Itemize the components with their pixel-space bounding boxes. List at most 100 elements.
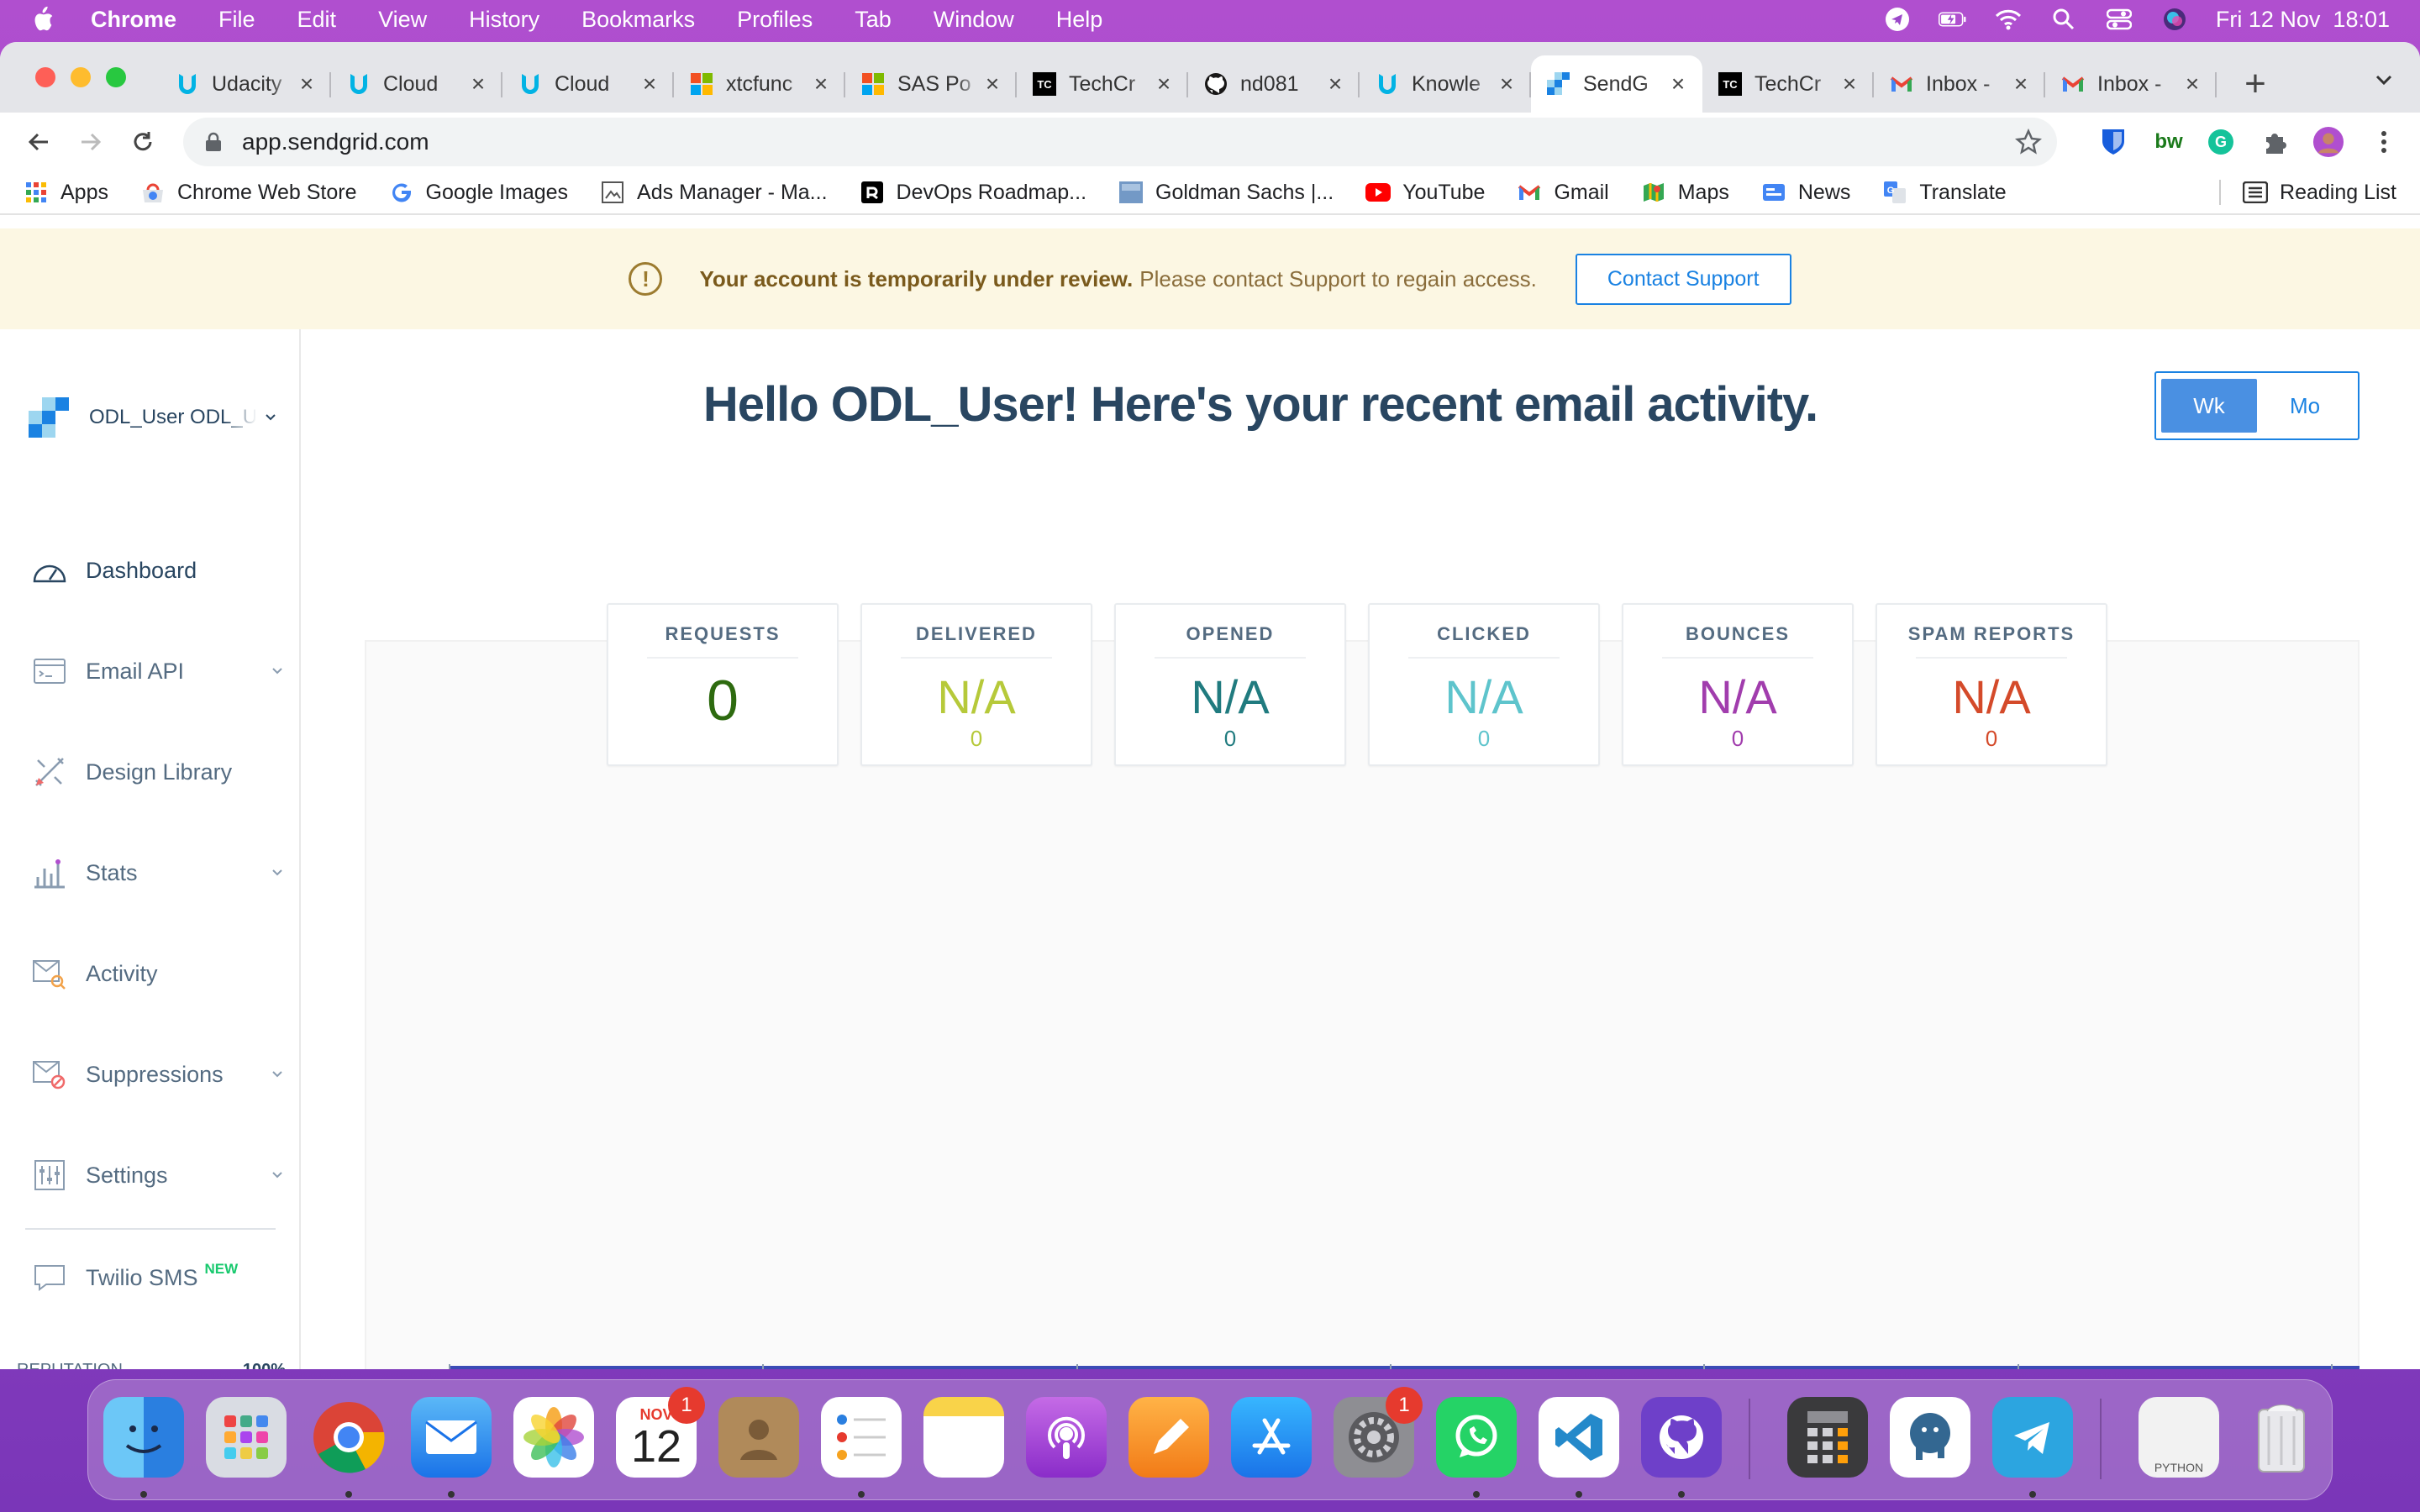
close-tab-icon[interactable]: × bbox=[1839, 71, 1860, 97]
sidebar-item-design-library[interactable]: Design Library bbox=[32, 756, 284, 788]
sidebar-item-suppressions[interactable]: Suppressions bbox=[32, 1058, 284, 1090]
address-url[interactable]: app.sendgrid.com bbox=[242, 129, 429, 155]
bookmark-item[interactable]: Maps bbox=[1641, 180, 1729, 205]
browser-tab[interactable]: TC TechCr × bbox=[1017, 55, 1188, 113]
bookmark-item[interactable]: Ads Manager - Ma... bbox=[600, 180, 828, 205]
notes-icon[interactable] bbox=[923, 1397, 1004, 1478]
menu-app-name[interactable]: Chrome bbox=[91, 7, 176, 33]
bookmark-item[interactable]: G Translate bbox=[1882, 180, 2007, 205]
browser-tab[interactable]: SAS Po × bbox=[845, 55, 1017, 113]
trash-icon[interactable] bbox=[2241, 1397, 2322, 1478]
control-center-icon[interactable] bbox=[2105, 7, 2133, 32]
bookmark-item[interactable]: YouTube bbox=[1365, 180, 1485, 205]
menu-profiles[interactable]: Profiles bbox=[737, 7, 813, 33]
menu-bookmarks[interactable]: Bookmarks bbox=[581, 7, 695, 33]
close-tab-icon[interactable]: × bbox=[467, 71, 489, 97]
calculator-icon[interactable] bbox=[1787, 1397, 1868, 1478]
close-tab-icon[interactable]: × bbox=[1324, 71, 1346, 97]
bookmark-item[interactable]: Gmail bbox=[1517, 180, 1609, 205]
launchpad-icon[interactable] bbox=[206, 1397, 287, 1478]
finder-icon[interactable] bbox=[103, 1397, 184, 1478]
account-switcher[interactable]: ODL_User ODL_User bbox=[29, 396, 277, 438]
back-button[interactable] bbox=[17, 120, 60, 164]
contact-support-button[interactable]: Contact Support bbox=[1575, 253, 1791, 305]
bookmark-item[interactable]: Chrome Web Store bbox=[140, 180, 357, 205]
bookmark-item[interactable]: DevOps Roadmap... bbox=[860, 180, 1086, 205]
sidebar-item-dashboard[interactable]: Dashboard bbox=[32, 554, 284, 586]
bookmark-item[interactable]: Apps bbox=[24, 180, 108, 205]
new-tab-button[interactable]: + bbox=[2228, 55, 2282, 113]
browser-tab[interactable]: nd081 × bbox=[1188, 55, 1360, 113]
grammarly-extension-icon[interactable]: G bbox=[2205, 126, 2237, 158]
bookmark-item[interactable]: Goldman Sachs |... bbox=[1118, 180, 1334, 205]
browser-tab[interactable]: Inbox - × bbox=[1874, 55, 2045, 113]
reload-button[interactable] bbox=[121, 120, 165, 164]
podcasts-icon[interactable] bbox=[1026, 1397, 1107, 1478]
close-tab-icon[interactable]: × bbox=[1153, 71, 1175, 97]
sidebar-item-email-api[interactable]: Email API bbox=[32, 655, 284, 687]
photos-icon[interactable] bbox=[513, 1397, 594, 1478]
address-bar[interactable]: app.sendgrid.com bbox=[183, 118, 2057, 166]
bookmark-star-icon[interactable] bbox=[2015, 129, 2042, 155]
bookmark-item[interactable]: News bbox=[1761, 180, 1850, 205]
menu-help[interactable]: Help bbox=[1056, 7, 1103, 33]
browser-tab[interactable]: Inbox - × bbox=[2045, 55, 2217, 113]
sidebar-item-stats[interactable]: Stats bbox=[32, 857, 284, 889]
wifi-icon[interactable] bbox=[1994, 7, 2023, 32]
telegram-icon[interactable] bbox=[1992, 1397, 2073, 1478]
browser-tab[interactable]: Knowle × bbox=[1360, 55, 1531, 113]
menu-file[interactable]: File bbox=[218, 7, 255, 33]
browser-tab[interactable]: SendG × bbox=[1531, 55, 1702, 113]
vscode-icon[interactable] bbox=[1539, 1397, 1619, 1478]
whatsapp-icon[interactable] bbox=[1436, 1397, 1517, 1478]
browser-tab[interactable]: Udacity × bbox=[160, 55, 331, 113]
sidebar-item-activity[interactable]: Activity bbox=[32, 958, 284, 990]
browser-tab[interactable]: Cloud × bbox=[331, 55, 502, 113]
bookmark-item[interactable]: Google Images bbox=[389, 180, 568, 205]
telegram-status-icon[interactable] bbox=[1883, 7, 1912, 32]
lock-icon[interactable] bbox=[205, 132, 222, 152]
menu-edit[interactable]: Edit bbox=[297, 7, 337, 33]
close-tab-icon[interactable]: × bbox=[2181, 71, 2203, 97]
sidebar-item-settings[interactable]: Settings bbox=[32, 1159, 284, 1191]
minimize-window-icon[interactable] bbox=[71, 67, 91, 87]
browser-tab[interactable]: xtcfunc × bbox=[674, 55, 845, 113]
close-tab-icon[interactable]: × bbox=[810, 71, 832, 97]
close-window-icon[interactable] bbox=[35, 67, 55, 87]
extensions-puzzle-icon[interactable] bbox=[2259, 126, 2291, 158]
close-tab-icon[interactable]: × bbox=[639, 71, 660, 97]
sidebar-item-twilio-sms[interactable]: Twilio SMS NEW bbox=[32, 1261, 284, 1294]
close-tab-icon[interactable]: × bbox=[1496, 71, 1518, 97]
close-tab-icon[interactable]: × bbox=[2010, 71, 2032, 97]
python-document-icon[interactable]: PYTHON bbox=[2139, 1397, 2219, 1478]
menu-history[interactable]: History bbox=[469, 7, 539, 33]
battery-icon[interactable] bbox=[1938, 7, 1967, 32]
toggle-week[interactable]: Wk bbox=[2161, 379, 2257, 433]
contacts-icon[interactable] bbox=[718, 1397, 799, 1478]
forward-button[interactable] bbox=[69, 120, 113, 164]
close-tab-icon[interactable]: × bbox=[981, 71, 1003, 97]
postgres-icon[interactable] bbox=[1890, 1397, 1970, 1478]
bw-extension-icon[interactable]: bw bbox=[2153, 126, 2185, 158]
mail-icon[interactable] bbox=[411, 1397, 492, 1478]
pages-icon[interactable] bbox=[1128, 1397, 1209, 1478]
menu-tab[interactable]: Tab bbox=[855, 7, 892, 33]
github-desktop-icon[interactable] bbox=[1641, 1397, 1722, 1478]
chrome-menu-icon[interactable] bbox=[2368, 126, 2400, 158]
spotlight-search-icon[interactable] bbox=[2049, 7, 2078, 32]
profile-avatar[interactable] bbox=[2312, 126, 2344, 158]
menu-window[interactable]: Window bbox=[934, 7, 1014, 33]
chrome-dock-icon[interactable] bbox=[308, 1397, 389, 1478]
close-tab-icon[interactable]: × bbox=[296, 71, 318, 97]
app-store-icon[interactable] bbox=[1231, 1397, 1312, 1478]
apple-logo-icon[interactable] bbox=[30, 5, 55, 34]
browser-tab[interactable]: Cloud × bbox=[502, 55, 674, 113]
menu-view[interactable]: View bbox=[378, 7, 427, 33]
tab-search-chevron-icon[interactable] bbox=[2371, 67, 2396, 92]
siri-icon[interactable] bbox=[2160, 7, 2189, 32]
close-tab-icon[interactable]: × bbox=[1667, 71, 1689, 97]
toggle-month[interactable]: Mo bbox=[2257, 379, 2353, 433]
menubar-clock[interactable]: Fri 12 Nov 18:01 bbox=[2216, 7, 2390, 33]
reminders-icon[interactable] bbox=[821, 1397, 902, 1478]
reading-list-button[interactable]: Reading List bbox=[2219, 180, 2396, 205]
